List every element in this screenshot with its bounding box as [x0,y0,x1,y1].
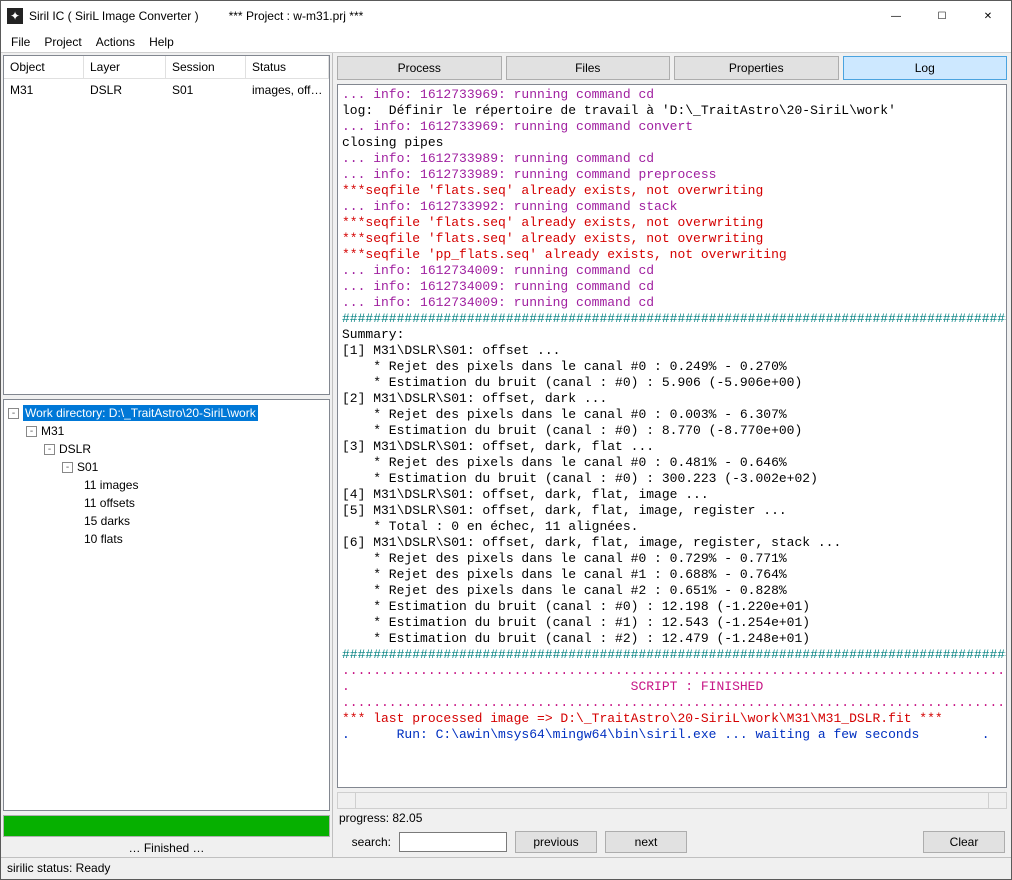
log-view[interactable]: ... info: 1612733969: running command cd… [337,84,1007,788]
menu-help[interactable]: Help [149,35,174,49]
col-status[interactable]: Status [246,56,329,79]
tree-node-m31[interactable]: M31 [41,424,64,438]
log-line: * Estimation du bruit (canal : #0) : 5.9… [342,375,1002,391]
app-title: Siril IC ( SiriL Image Converter ) [29,9,199,23]
cell-layer: DSLR [84,79,166,101]
log-line: . Run: C:\awin\msys64\mingw64\bin\siril.… [342,727,1002,743]
tab-process[interactable]: Process [337,56,502,80]
log-line: ***seqfile 'pp_flats.seq' already exists… [342,247,1002,263]
log-line: ########################################… [342,647,1002,663]
tree-node-dslr[interactable]: DSLR [59,442,91,456]
search-input[interactable] [399,832,507,852]
tab-log[interactable]: Log [843,56,1008,80]
log-line: ........................................… [342,663,1002,679]
left-progressbar [3,815,330,837]
col-object[interactable]: Object [4,56,84,79]
app-icon: ✦ [7,8,23,24]
maximize-button[interactable]: ☐ [919,1,965,31]
log-line: ... info: 1612734009: running command cd [342,295,1002,311]
log-line: ***seqfile 'flats.seq' already exists, n… [342,215,1002,231]
col-session[interactable]: Session [166,56,246,79]
cell-session: S01 [166,79,246,101]
log-line: ... info: 1612734009: running command cd [342,263,1002,279]
project-label: *** Project : w-m31.prj *** [229,9,873,23]
log-line: . SCRIPT : FINISHED . [342,679,1002,695]
log-line: ########################################… [342,311,1002,327]
menubar: File Project Actions Help [1,31,1011,53]
log-line: ... info: 1612733989: running command cd [342,151,1002,167]
cell-object: M31 [4,79,84,101]
work-tree[interactable]: -Work directory: D:\_TraitAstro\20-SiriL… [3,399,330,811]
object-table[interactable]: Object Layer Session Status M31 DSLR S01… [3,55,330,395]
col-layer[interactable]: Layer [84,56,166,79]
tab-files[interactable]: Files [506,56,671,80]
log-line: [2] M31\DSLR\S01: offset, dark ... [342,391,1002,407]
log-line: ***seqfile 'flats.seq' already exists, n… [342,183,1002,199]
clear-button[interactable]: Clear [923,831,1005,853]
log-line: [6] M31\DSLR\S01: offset, dark, flat, im… [342,535,1002,551]
log-line: ........................................… [342,695,1002,711]
titlebar: ✦ Siril IC ( SiriL Image Converter ) ***… [1,1,1011,31]
table-row[interactable]: M31 DSLR S01 images, off… [4,79,329,101]
left-status-label: … Finished … [1,839,332,857]
log-line: * Rejet des pixels dans le canal #2 : 0.… [342,583,1002,599]
tree-leaf-darks[interactable]: 15 darks [84,514,130,528]
menu-project[interactable]: Project [44,35,81,49]
progress-text: progress: 82.05 [333,809,1011,827]
log-line: ... info: 1612733989: running command pr… [342,167,1002,183]
log-line: * Estimation du bruit (canal : #2) : 12.… [342,631,1002,647]
log-line: closing pipes [342,135,1002,151]
tree-toggle-icon[interactable]: - [26,426,37,437]
statusbar: sirilic status: Ready [1,857,1011,879]
log-line: * Estimation du bruit (canal : #0) : 12.… [342,599,1002,615]
tree-toggle-icon[interactable]: - [44,444,55,455]
close-button[interactable]: ✕ [965,1,1011,31]
log-line: * Estimation du bruit (canal : #1) : 12.… [342,615,1002,631]
minimize-button[interactable]: — [873,1,919,31]
menu-file[interactable]: File [11,35,30,49]
tab-properties[interactable]: Properties [674,56,839,80]
log-line: * Estimation du bruit (canal : #0) : 8.7… [342,423,1002,439]
tree-node-s01[interactable]: S01 [77,460,98,474]
previous-button[interactable]: previous [515,831,597,853]
log-line: [4] M31\DSLR\S01: offset, dark, flat, im… [342,487,1002,503]
log-line: ... info: 1612733969: running command co… [342,119,1002,135]
log-line: ***seqfile 'flats.seq' already exists, n… [342,231,1002,247]
log-line: ... info: 1612733992: running command st… [342,199,1002,215]
log-line: * Rejet des pixels dans le canal #1 : 0.… [342,567,1002,583]
tree-toggle-icon[interactable]: - [62,462,73,473]
log-line: * Total : 0 en échec, 11 alignées. [342,519,1002,535]
menu-actions[interactable]: Actions [96,35,135,49]
log-line: * Rejet des pixels dans le canal #0 : 0.… [342,455,1002,471]
log-line: * Rejet des pixels dans le canal #0 : 0.… [342,359,1002,375]
log-hscroll[interactable] [337,792,1007,809]
log-line: [3] M31\DSLR\S01: offset, dark, flat ... [342,439,1002,455]
tree-leaf-offsets[interactable]: 11 offsets [84,496,135,510]
cell-status: images, off… [246,79,329,101]
log-line: * Rejet des pixels dans le canal #0 : 0.… [342,551,1002,567]
search-label: search: [339,835,391,849]
log-line: log: Définir le répertoire de travail à … [342,103,1002,119]
tree-leaf-images[interactable]: 11 images [84,478,138,492]
log-line: Summary: [342,327,1002,343]
tree-root[interactable]: Work directory: D:\_TraitAstro\20-SiriL\… [23,405,258,421]
log-line: *** last processed image => D:\_TraitAst… [342,711,1002,727]
tree-toggle-icon[interactable]: - [8,408,19,419]
log-line: ... info: 1612733969: running command cd [342,87,1002,103]
log-line: [1] M31\DSLR\S01: offset ... [342,343,1002,359]
log-line: [5] M31\DSLR\S01: offset, dark, flat, im… [342,503,1002,519]
log-line: ... info: 1612734009: running command cd [342,279,1002,295]
log-line: * Estimation du bruit (canal : #0) : 300… [342,471,1002,487]
log-line: * Rejet des pixels dans le canal #0 : 0.… [342,407,1002,423]
tree-leaf-flats[interactable]: 10 flats [84,532,123,546]
next-button[interactable]: next [605,831,687,853]
